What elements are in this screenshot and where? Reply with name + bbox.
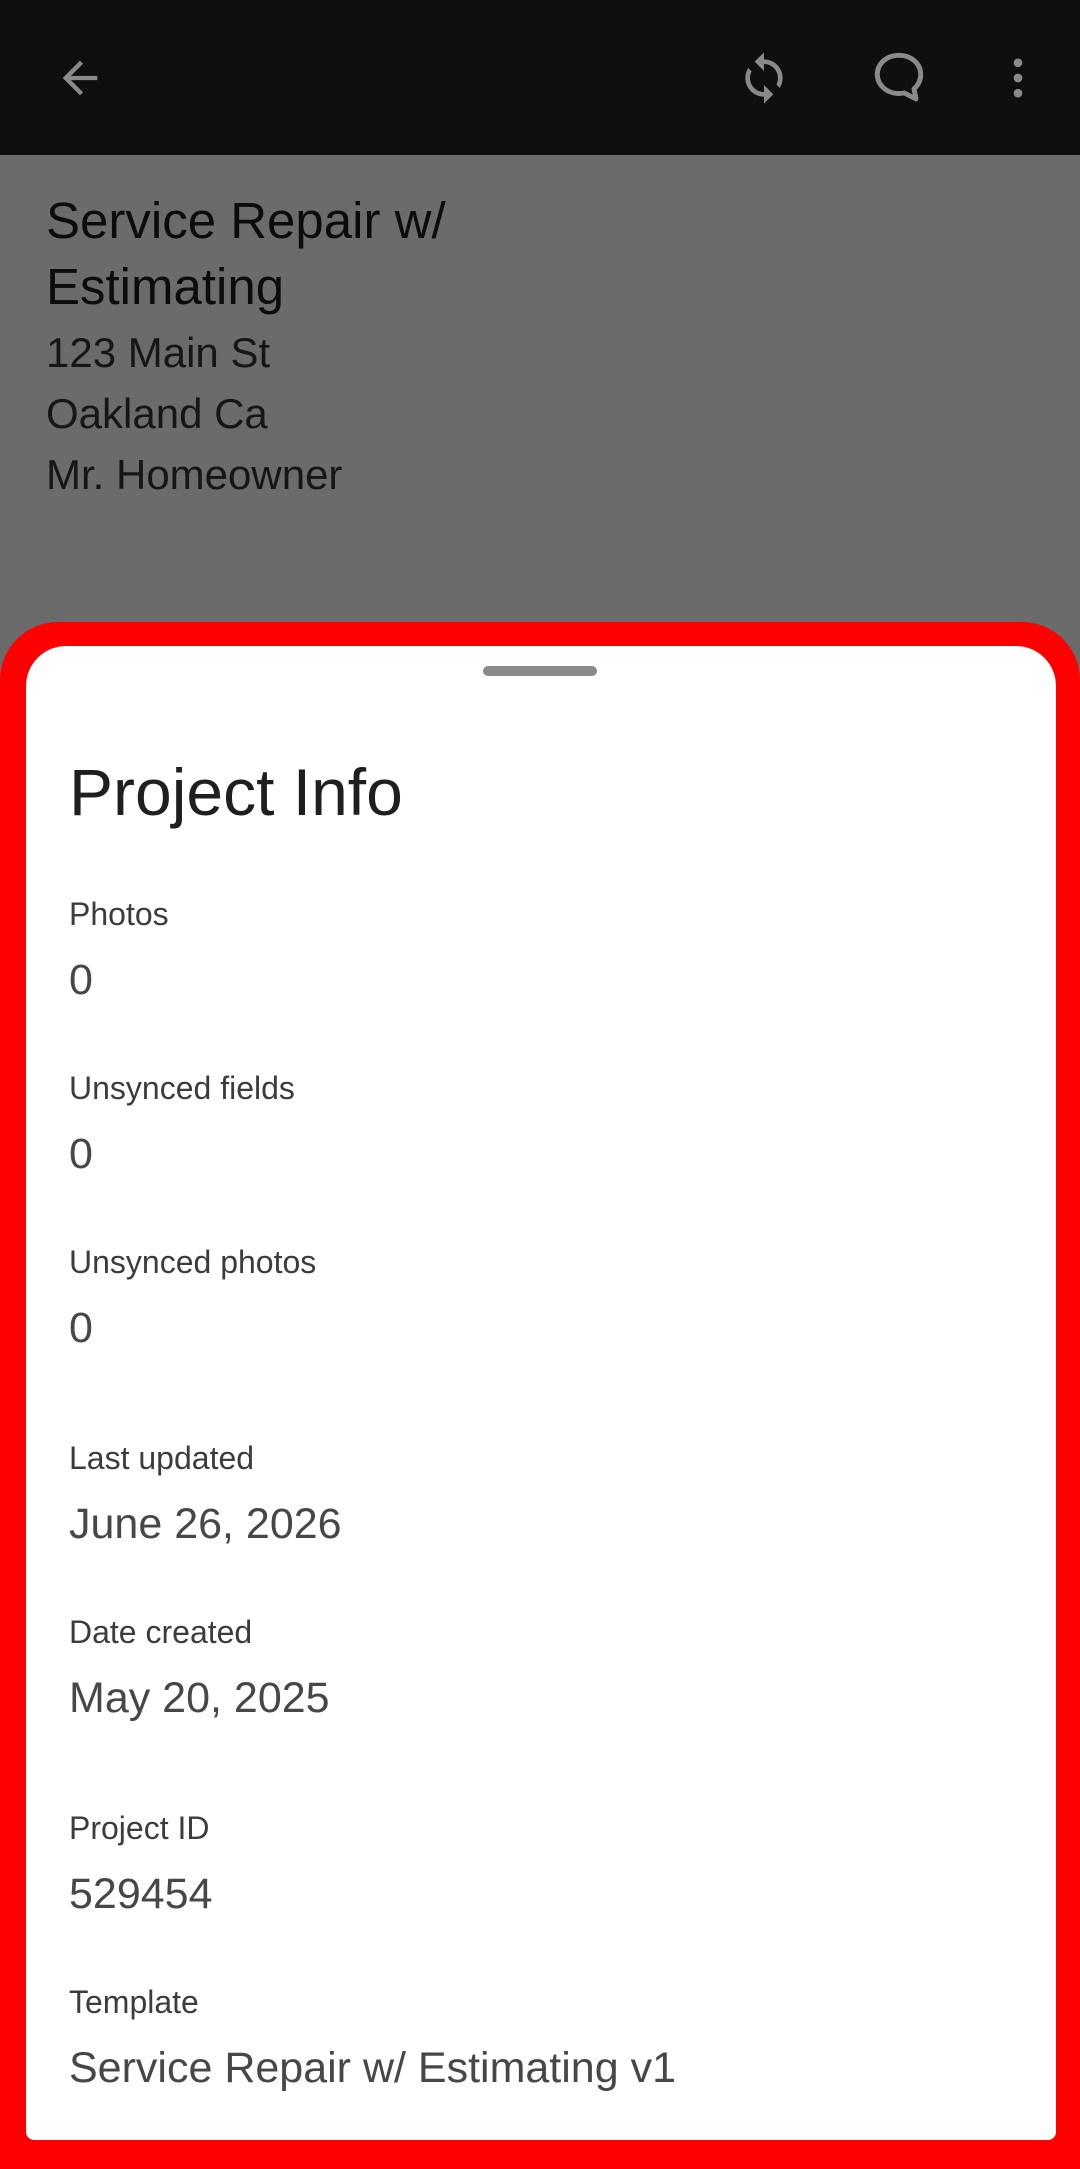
comment-icon[interactable]	[861, 40, 937, 116]
sync-icon[interactable]	[726, 40, 802, 116]
top-app-bar	[0, 0, 1080, 155]
project-address-line2: Oakland Ca	[46, 390, 268, 437]
arrow-left-icon[interactable]	[42, 40, 118, 116]
template-value: Service Repair w/ Estimating v1	[69, 2044, 676, 2092]
template-label: Template	[69, 1984, 199, 2020]
screen: Service Repair w/ Estimating 123 Main St…	[0, 0, 1080, 2169]
photos-label: Photos	[69, 896, 169, 932]
unsynced-fields-label: Unsynced fields	[69, 1070, 295, 1106]
more-vert-icon[interactable]	[980, 40, 1056, 116]
last-updated-label: Last updated	[69, 1440, 255, 1476]
project-id-value: 529454	[69, 1870, 213, 1918]
project-id-label: Project ID	[69, 1810, 210, 1846]
project-info-bottom-sheet[interactable]: Project Info Photos 0 Unsynced fields 0 …	[26, 646, 1056, 2140]
unsynced-photos-label: Unsynced photos	[69, 1244, 317, 1280]
sheet-title: Project Info	[69, 755, 403, 829]
drag-handle[interactable]	[483, 666, 597, 676]
project-address-line1: 123 Main St	[46, 329, 271, 376]
photos-value: 0	[69, 956, 93, 1004]
project-contact: Mr. Homeowner	[46, 451, 343, 498]
unsynced-fields-value: 0	[69, 1130, 93, 1178]
last-updated-value: June 26, 2026	[69, 1500, 342, 1548]
project-title: Service Repair w/ Estimating	[46, 192, 446, 315]
date-created-value: May 20, 2025	[69, 1674, 330, 1722]
unsynced-photos-value: 0	[69, 1304, 93, 1352]
date-created-label: Date created	[69, 1614, 253, 1650]
